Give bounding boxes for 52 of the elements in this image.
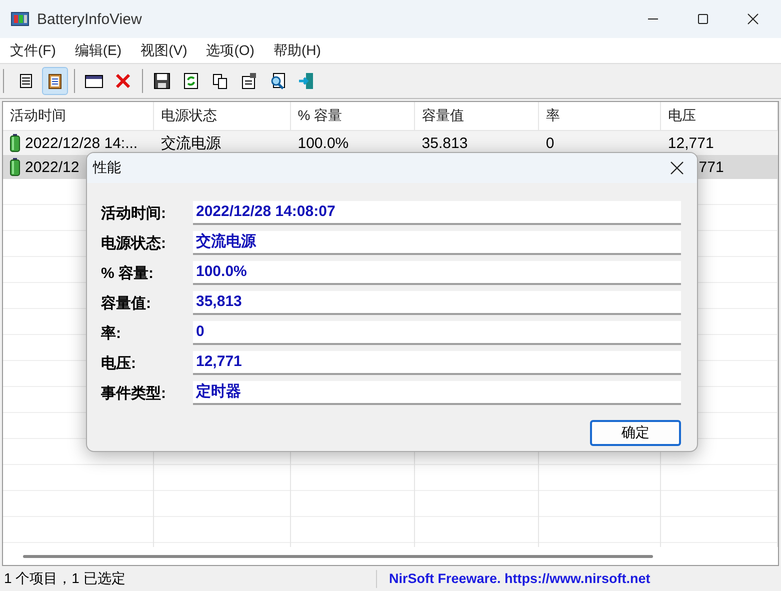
menu-item[interactable]: 帮助(H) bbox=[273, 42, 321, 60]
field-label: 率: bbox=[101, 324, 122, 342]
column-header[interactable]: 电源状态 bbox=[154, 102, 291, 130]
value-field[interactable]: 100.0% bbox=[193, 261, 681, 285]
table-cell: 12,771 bbox=[668, 134, 714, 152]
close-icon[interactable] bbox=[670, 161, 684, 175]
report-icon bbox=[239, 72, 259, 90]
value-field[interactable]: 定时器 bbox=[193, 381, 681, 405]
table-cell: 35.813 bbox=[422, 134, 468, 152]
menu-item[interactable]: 编辑(E) bbox=[74, 42, 122, 60]
field-label: 容量值: bbox=[101, 294, 152, 312]
scrollbar-thumb[interactable] bbox=[23, 554, 653, 558]
menu-item[interactable]: 文件(F) bbox=[10, 42, 56, 60]
field-label: 活动时间: bbox=[101, 204, 167, 222]
field-label: 电源状态: bbox=[101, 234, 167, 252]
column-header[interactable]: 活动时间 bbox=[3, 102, 154, 130]
value-field[interactable]: 35,813 bbox=[193, 291, 681, 315]
status-text: 1 个项目，1 已选定 bbox=[0, 570, 377, 588]
window-title: BatteryInfoView bbox=[37, 10, 142, 28]
value-field[interactable]: 0 bbox=[193, 321, 681, 345]
value-field[interactable]: 交流电源 bbox=[193, 231, 681, 255]
menu-item[interactable]: 视图(V) bbox=[140, 42, 188, 60]
delete-icon bbox=[113, 72, 133, 90]
value-field[interactable]: 12,771 bbox=[193, 351, 681, 375]
credit-link[interactable]: NirSoft Freeware. https://www.nirsoft.net bbox=[377, 571, 650, 586]
table-cell: 交流电源 bbox=[160, 134, 221, 152]
window-icon bbox=[84, 72, 104, 90]
close-icon[interactable] bbox=[747, 13, 759, 25]
menu-item[interactable]: 选项(O) bbox=[206, 42, 254, 60]
column-header[interactable]: % 容量 bbox=[290, 102, 415, 130]
dialog-title: 性能 bbox=[93, 159, 121, 177]
table-cell: 2022/12/28 14:... bbox=[25, 134, 138, 152]
copy-icon bbox=[210, 72, 230, 90]
battery-app-icon bbox=[11, 11, 29, 27]
table-cell: 2022/12 bbox=[25, 158, 80, 176]
column-header[interactable]: 容量值 bbox=[414, 102, 539, 130]
field-label: 电压: bbox=[101, 354, 137, 372]
clipboard-tool-button[interactable] bbox=[42, 67, 68, 95]
battery-icon bbox=[10, 134, 20, 152]
column-header[interactable]: 率 bbox=[538, 102, 661, 130]
refresh-icon bbox=[181, 72, 201, 90]
ok-button[interactable]: 确定 bbox=[590, 420, 681, 446]
battery-icon bbox=[10, 158, 20, 176]
field-label: 事件类型: bbox=[101, 384, 167, 402]
field-label: % 容量: bbox=[101, 264, 154, 282]
table-cell: 100.0% bbox=[298, 134, 349, 152]
value-field[interactable]: 2022/12/28 14:08:07 bbox=[193, 201, 681, 225]
table-cell: 771 bbox=[698, 158, 724, 176]
column-header[interactable]: 电压 bbox=[660, 102, 778, 130]
table-row[interactable]: 2022/12/28 14:... 交流电源 100.0% 35.813 0 12,771 bbox=[3, 131, 778, 155]
table-cell: 0 bbox=[546, 134, 554, 152]
maximize-icon[interactable] bbox=[697, 13, 709, 25]
